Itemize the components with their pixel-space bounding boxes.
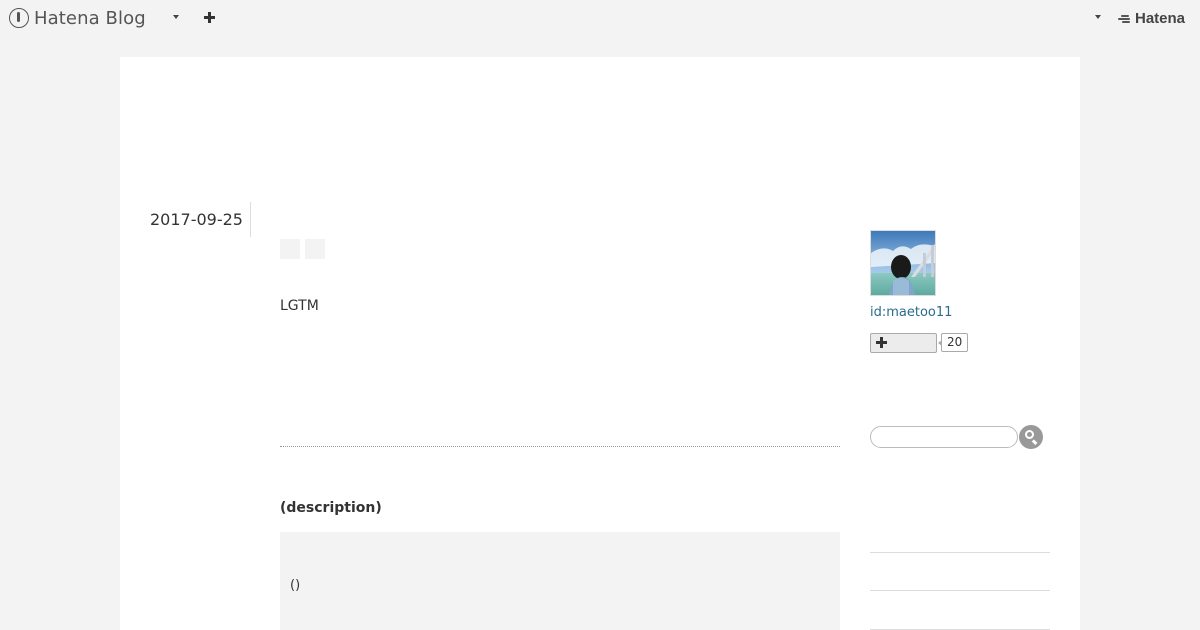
social-share-button[interactable] <box>280 239 300 259</box>
entry-divider <box>280 446 840 447</box>
page-container: 2017-09-25 LGTM (description) () id:maet… <box>120 57 1080 630</box>
search-button[interactable] <box>1019 425 1043 449</box>
author-avatar[interactable] <box>870 230 936 296</box>
date-divider <box>250 202 251 237</box>
author-id-link[interactable]: id:maetoo11 <box>870 305 952 320</box>
section-heading: (description) <box>280 500 382 516</box>
hatena-blog-home-link[interactable]: Hatena Blog <box>9 7 146 29</box>
blog-menu-chevron-down-icon[interactable] <box>173 15 179 19</box>
sidebar-divider <box>870 590 1050 591</box>
account-menu-chevron-down-icon[interactable] <box>1095 15 1101 19</box>
hatena-account-link[interactable]: Hatena <box>1118 10 1185 27</box>
search-input[interactable] <box>870 426 1018 448</box>
hatena-blog-logo-icon <box>9 8 29 28</box>
brand-name: Hatena Blog <box>34 7 146 29</box>
plus-icon <box>876 337 887 348</box>
search-icon <box>1025 430 1034 439</box>
social-share-button[interactable] <box>305 239 325 259</box>
global-header: Hatena Blog Hatena <box>0 0 1200 38</box>
hatena-logo-text: Hatena <box>1135 10 1186 27</box>
code-content: () <box>290 578 301 593</box>
sidebar-divider <box>870 552 1050 553</box>
avatar-image <box>871 231 935 295</box>
follower-count[interactable]: 20 <box>937 333 969 352</box>
entry-date[interactable]: 2017-09-25 <box>150 210 243 229</box>
entry-content: LGTM <box>280 298 319 314</box>
follow-button[interactable] <box>870 333 937 353</box>
add-entry-plus-icon[interactable] <box>203 11 216 24</box>
hatena-logo-icon <box>1118 12 1132 26</box>
code-block: () <box>280 532 840 630</box>
